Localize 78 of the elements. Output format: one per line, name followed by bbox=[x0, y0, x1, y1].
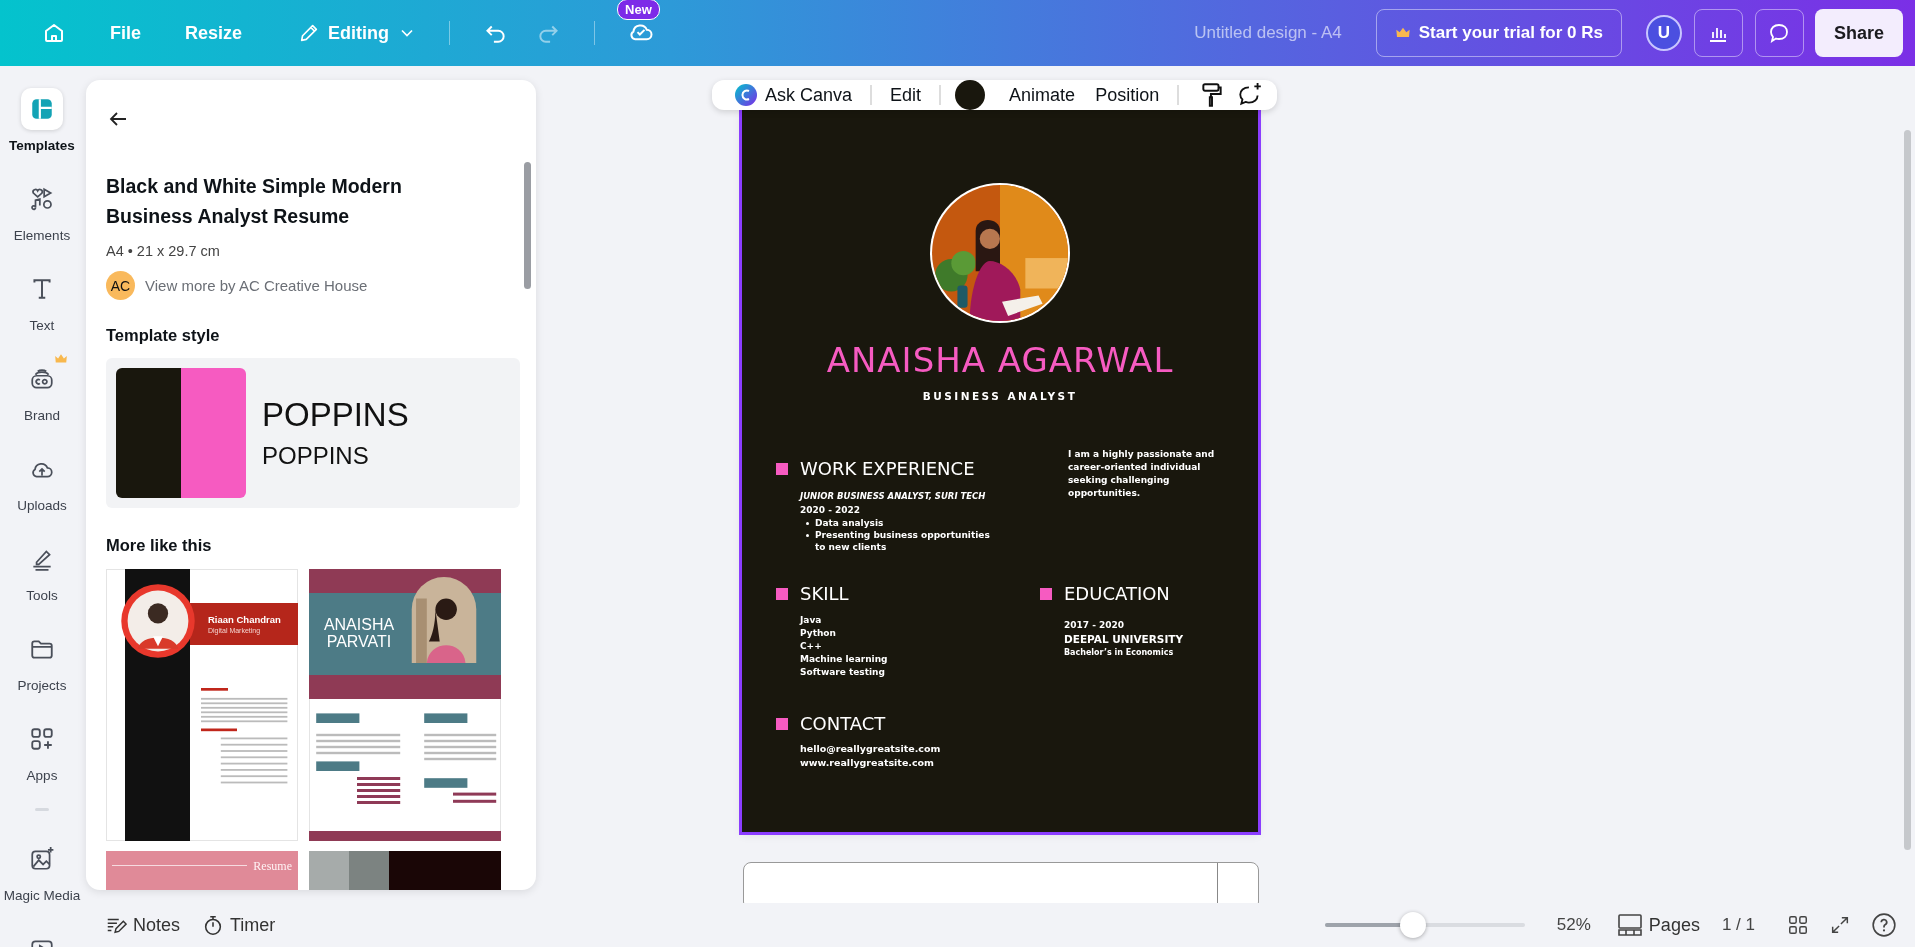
education-dates: 2017 - 2020 bbox=[1064, 619, 1126, 632]
page-count: 1 / 1 bbox=[1721, 915, 1755, 935]
trial-button[interactable]: Start your trial for 0 Rs bbox=[1375, 9, 1622, 57]
bullet-text: Presenting business opportunities to new clients bbox=[815, 529, 991, 553]
section-heading: SKILL bbox=[800, 583, 849, 604]
skill-item: Software testing bbox=[800, 666, 886, 679]
contact-line: www.reallygreatsite.com bbox=[800, 756, 936, 770]
rail-label: Uploads bbox=[17, 498, 67, 513]
resume-name: ANAISHA AGARWAL bbox=[826, 340, 1174, 380]
bullet-text: Data analysis bbox=[815, 517, 884, 529]
rail-label: Text bbox=[29, 318, 55, 333]
rail-label: Projects bbox=[17, 678, 67, 693]
apps-icon bbox=[29, 726, 55, 752]
pages-icon bbox=[1616, 913, 1643, 937]
notes-button[interactable]: Notes bbox=[105, 914, 181, 936]
rail-label: Templates bbox=[9, 138, 75, 153]
color-swatch[interactable] bbox=[955, 80, 986, 110]
magic-icon bbox=[29, 846, 55, 872]
template-thumbnail[interactable]: ANAISHA PARVATI bbox=[309, 569, 501, 841]
edit-button[interactable]: Edit bbox=[880, 84, 932, 106]
contact-line: hello@reallygreatsite.com bbox=[800, 742, 942, 756]
skill-item: Java bbox=[800, 614, 823, 627]
skill-item: C++ bbox=[800, 640, 823, 653]
help-icon[interactable] bbox=[1871, 912, 1897, 938]
section-heading: Template style bbox=[106, 326, 221, 345]
skill-item: Python bbox=[800, 627, 837, 640]
template-size: A4 • 21 x 29.7 cm bbox=[106, 243, 221, 259]
resume-role: BUSINESS ANALYST bbox=[922, 390, 1078, 402]
rail-label: Tools bbox=[26, 588, 58, 603]
timer-button[interactable]: Timer bbox=[202, 914, 276, 936]
position-button[interactable]: Position bbox=[1085, 84, 1170, 106]
new-badge: New bbox=[617, 0, 660, 20]
rail-label: Magic Media bbox=[3, 888, 81, 903]
elements-icon bbox=[29, 186, 55, 212]
square-marker bbox=[776, 717, 788, 730]
school-name: DEEPAL UNIVERSITY bbox=[1064, 632, 1185, 646]
square-marker bbox=[776, 587, 788, 600]
square-marker bbox=[1040, 587, 1052, 600]
section-heading: WORK EXPERIENCE bbox=[800, 458, 975, 479]
author-avatar: AC bbox=[106, 271, 135, 300]
author-link[interactable]: View more by AC Creative House bbox=[145, 277, 368, 294]
share-button[interactable]: Share bbox=[1814, 9, 1903, 57]
slider-thumb[interactable] bbox=[1399, 912, 1426, 938]
add-comment-icon[interactable] bbox=[1237, 82, 1264, 108]
logo bbox=[734, 83, 758, 107]
section-heading: CONTACT bbox=[800, 713, 886, 734]
add-page-button[interactable] bbox=[743, 862, 1259, 903]
rail-label: Brand bbox=[24, 408, 60, 423]
scrollbar[interactable] bbox=[1904, 130, 1911, 850]
job-title: JUNIOR BUSINESS ANALYST, SURI TECH bbox=[800, 490, 987, 503]
degree-text: Bachelor’s in Economics bbox=[1064, 647, 1175, 659]
resume-page[interactable] bbox=[742, 110, 1258, 832]
thumbnail-title: ANAISHA PARVATI bbox=[322, 617, 396, 651]
templates-icon bbox=[29, 96, 55, 122]
pages-button[interactable]: Pages bbox=[1616, 913, 1700, 937]
style-card[interactable]: POPPINS POPPINS bbox=[106, 358, 520, 508]
section-heading: EDUCATION bbox=[1064, 583, 1170, 604]
fullscreen-icon[interactable] bbox=[1829, 914, 1851, 936]
rail-label: Elements bbox=[13, 228, 71, 243]
font-name: POPPINS bbox=[262, 442, 370, 470]
insights-button[interactable] bbox=[1693, 9, 1743, 57]
template-title: Black and White Simple Modern Business Analyst Resume bbox=[106, 174, 403, 229]
grid-view-icon[interactable] bbox=[1787, 914, 1809, 936]
brand-icon bbox=[29, 366, 55, 392]
zoom-percent[interactable]: 52% bbox=[1556, 915, 1591, 935]
animate-button[interactable]: Animate bbox=[999, 84, 1086, 106]
about-text: I am a highly passionate and career-oriented individual seeking challenging opportunities. bbox=[1068, 448, 1216, 500]
user-avatar[interactable]: U bbox=[1645, 15, 1682, 51]
square-marker bbox=[776, 462, 788, 475]
thumbnail-title: Resume bbox=[253, 859, 292, 874]
skill-item: Machine learning bbox=[800, 653, 889, 666]
comment-button[interactable] bbox=[1754, 9, 1804, 57]
rail-label: Apps bbox=[26, 768, 58, 783]
section-heading: More like this bbox=[106, 536, 213, 555]
ask-canva-button[interactable]: Ask Canva bbox=[724, 83, 863, 107]
thumbnail-title: Riaan Chandran bbox=[208, 614, 282, 625]
font-name: POPPINS bbox=[262, 396, 409, 434]
job-dates: 2020 - 2022 bbox=[800, 504, 862, 517]
